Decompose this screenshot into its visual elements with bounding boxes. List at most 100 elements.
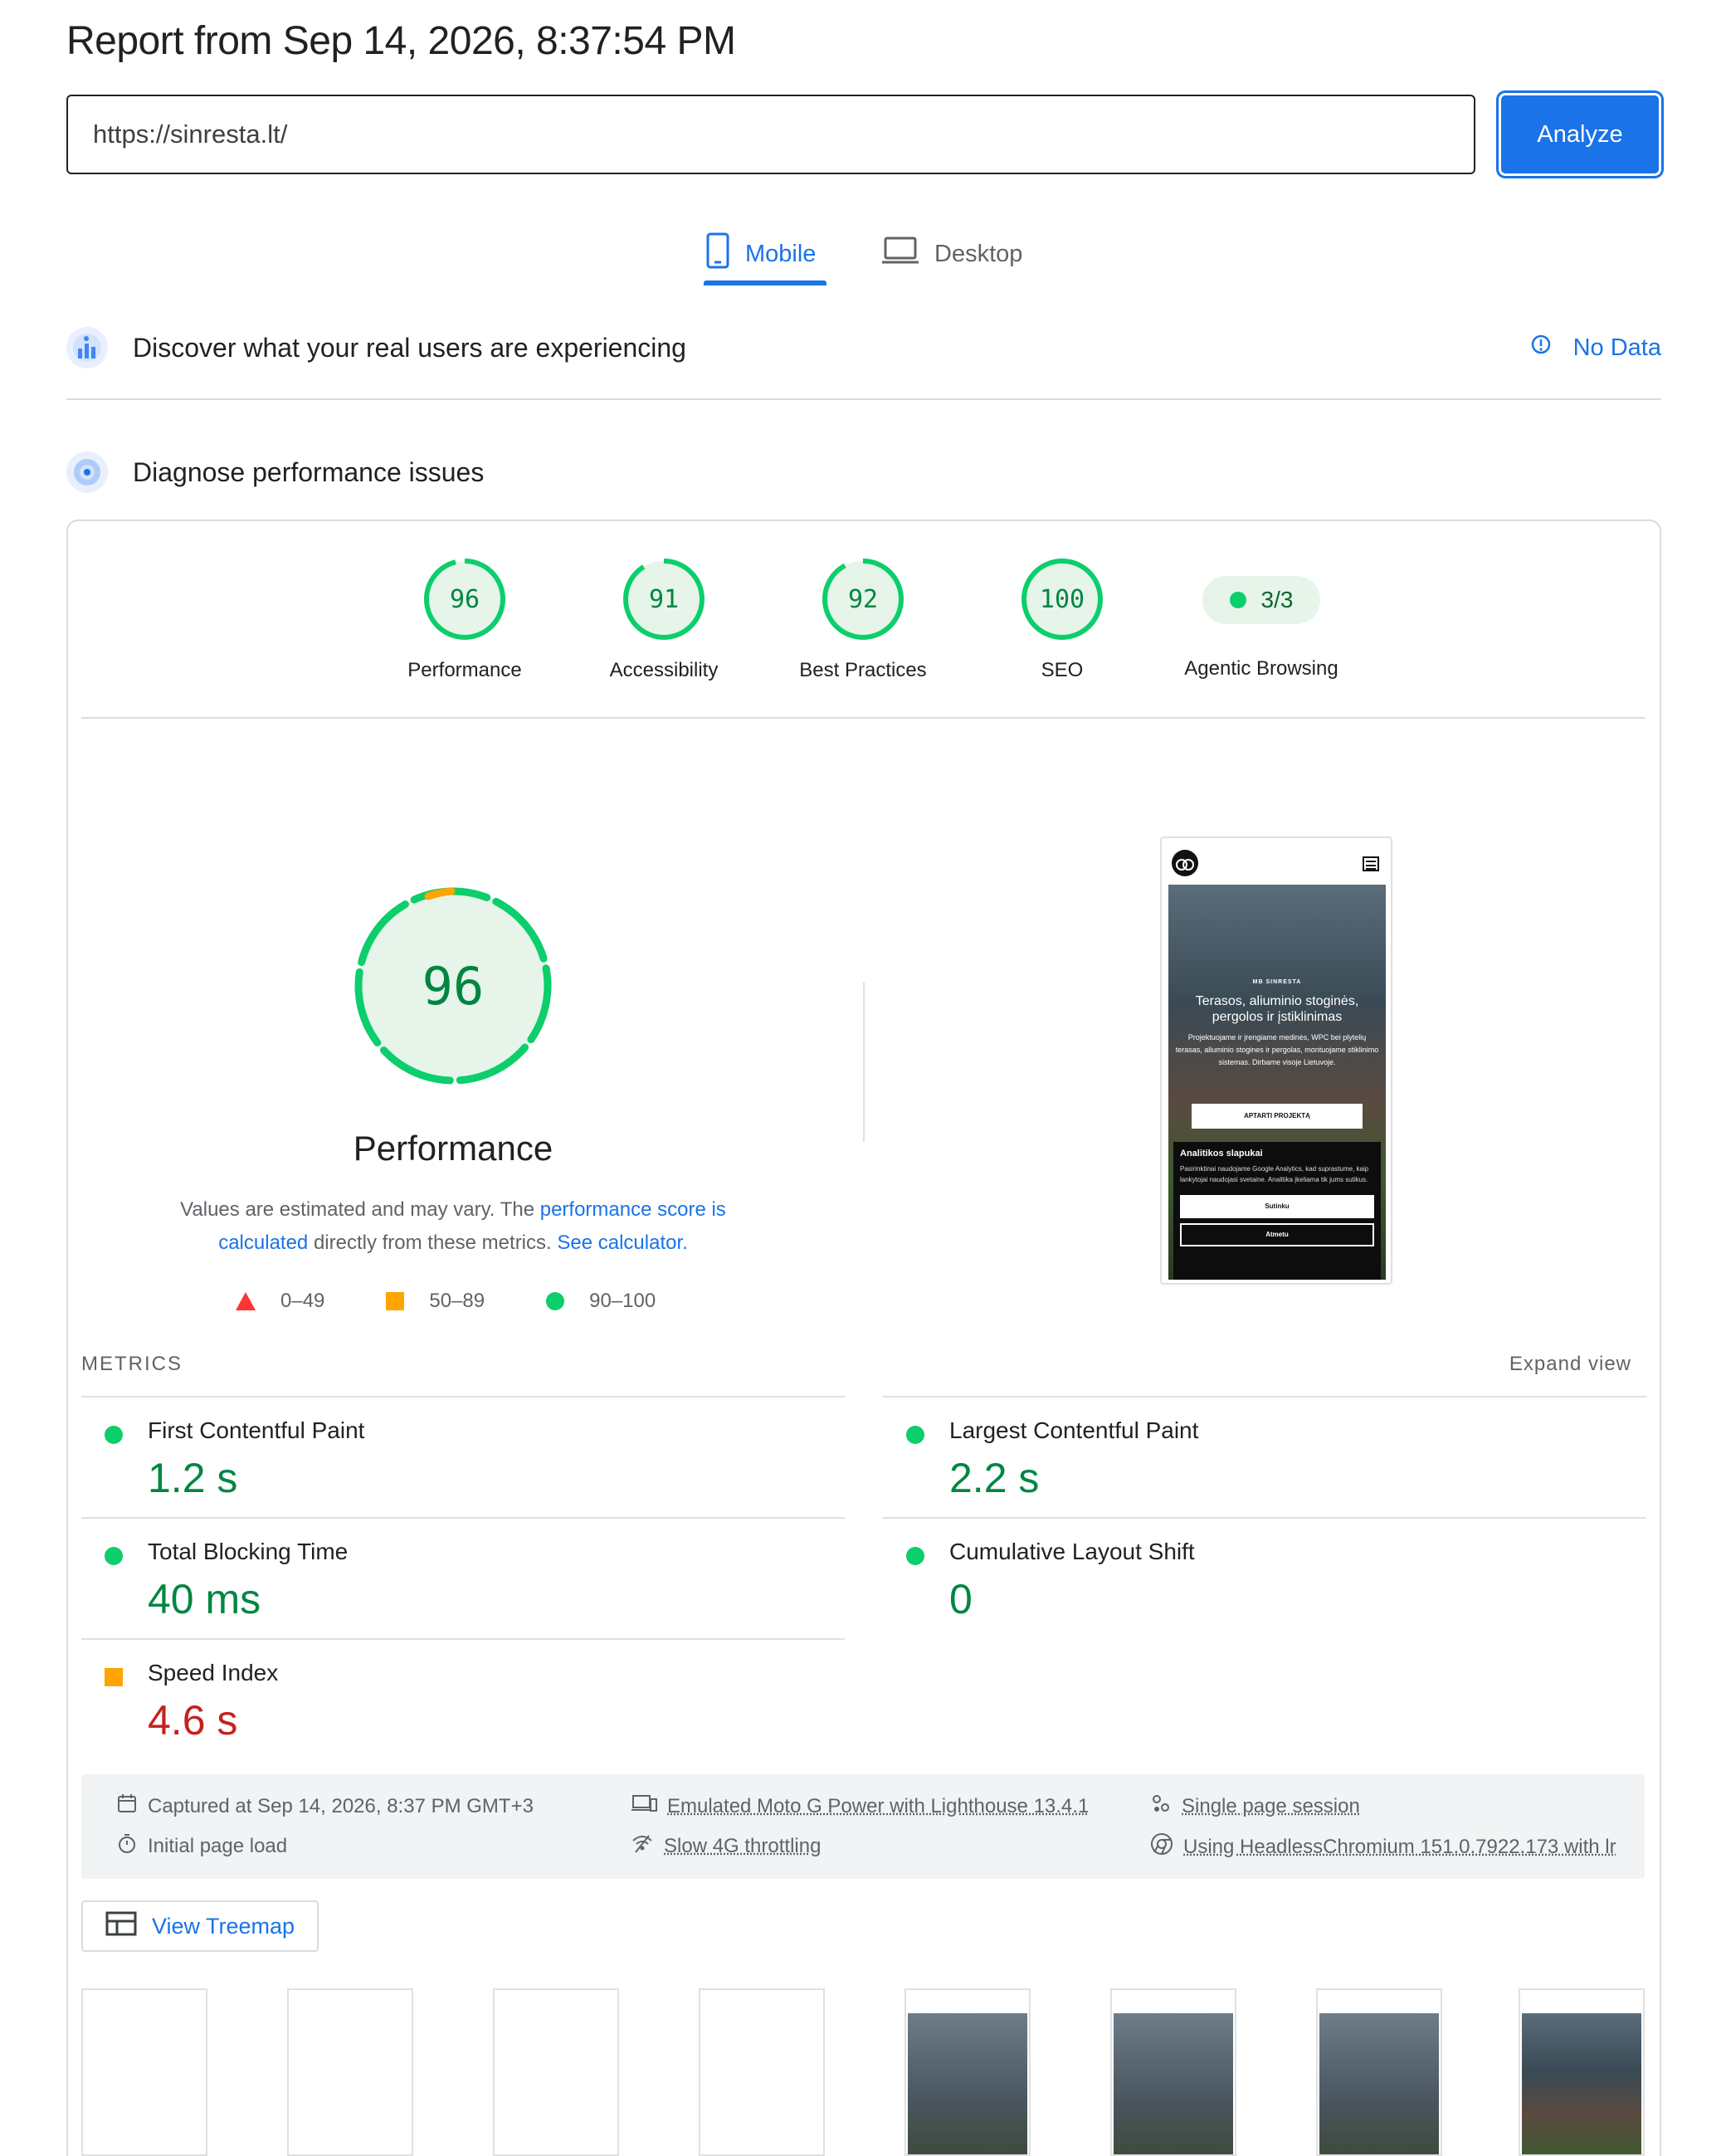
- report-title: Report from Sep 14, 2026, 8:37:54 PM: [66, 18, 735, 64]
- circle-icon: [546, 1292, 564, 1310]
- site-logo-icon: [1172, 850, 1198, 876]
- gauge-accessibility-score: 91: [649, 585, 679, 614]
- gauge-accessibility-ring: 91: [622, 558, 705, 641]
- metric-lcp-value: 2.2 s: [949, 1454, 1039, 1502]
- legend-average: 50–89: [386, 1290, 485, 1313]
- triangle-icon: [236, 1292, 256, 1310]
- metric-cls: Cumulative Layout Shift 0: [883, 1517, 1646, 1638]
- agentic-score: 3/3: [1261, 587, 1294, 613]
- legend-fail: 0–49: [236, 1290, 324, 1313]
- pass-circle-icon: [105, 1426, 123, 1444]
- legend-pass-range: 90–100: [589, 1290, 656, 1313]
- wifi-icon: [631, 1832, 654, 1860]
- device-emulation-text: Emulated Moto G Power with Lighthouse 13…: [667, 1795, 1089, 1818]
- gauge-seo-ring: 100: [1021, 558, 1104, 641]
- gauge-accessibility-label: Accessibility: [564, 659, 763, 682]
- gauge-best-practices-score: 92: [848, 585, 878, 614]
- initial-load: Initial page load: [116, 1832, 287, 1860]
- url-input[interactable]: [66, 95, 1475, 174]
- metric-tbt-name: Total Blocking Time: [148, 1539, 348, 1565]
- performance-big-score: 96: [422, 956, 485, 1017]
- average-square-icon: [105, 1668, 123, 1686]
- filmstrip-frame: [1519, 1988, 1645, 2156]
- target-icon: [66, 451, 108, 493]
- info-icon: [1530, 334, 1552, 362]
- filmstrip: [81, 1988, 1645, 2156]
- session-type[interactable]: Single page session: [1150, 1793, 1360, 1820]
- menu-icon: [1363, 856, 1379, 871]
- gauge-agentic-label: Agentic Browsing: [1162, 657, 1361, 680]
- lab-data-section: Diagnose performance issues: [66, 451, 1661, 493]
- browser-version-text: Using HeadlessChromium 151.0.7922.173 wi…: [1183, 1836, 1616, 1859]
- lab-data-heading: Diagnose performance issues: [133, 457, 484, 488]
- analyze-button[interactable]: Analyze: [1499, 93, 1661, 176]
- metric-fcp-name: First Contentful Paint: [148, 1417, 364, 1444]
- see-calculator-link[interactable]: See calculator.: [557, 1232, 687, 1254]
- legend-average-range: 50–89: [429, 1290, 485, 1313]
- metrics-title: METRICS: [81, 1353, 183, 1375]
- network-throttling[interactable]: Slow 4G throttling: [631, 1832, 821, 1860]
- captured-at: Captured at Sep 14, 2026, 8:37 PM GMT+3: [116, 1793, 534, 1820]
- metric-tbt-value: 40 ms: [148, 1575, 261, 1623]
- expand-view-toggle[interactable]: Expand view: [1509, 1353, 1631, 1376]
- devices-icon: [631, 1793, 657, 1820]
- square-icon: [386, 1292, 404, 1310]
- performance-description: Values are estimated and may vary. The p…: [149, 1193, 757, 1260]
- no-data-link[interactable]: No Data: [1530, 334, 1661, 362]
- legend-pass: 90–100: [546, 1290, 656, 1313]
- stopwatch-icon: [116, 1832, 138, 1860]
- metric-cls-name: Cumulative Layout Shift: [949, 1539, 1195, 1565]
- hero-cta-button[interactable]: APTARTI PROJEKTĄ: [1192, 1104, 1363, 1129]
- tab-mobile[interactable]: Mobile: [705, 224, 816, 284]
- calendar-icon: [116, 1793, 138, 1820]
- agentic-score-pill: 3/3: [1202, 576, 1320, 624]
- device-emulation[interactable]: Emulated Moto G Power with Lighthouse 13…: [631, 1793, 1089, 1820]
- pass-circle-icon: [906, 1547, 924, 1565]
- filmstrip-frame: [1316, 1988, 1442, 2156]
- gauge-performance-label: Performance: [365, 659, 564, 682]
- filmstrip-frame: [904, 1988, 1031, 2156]
- phone-icon: [705, 232, 730, 276]
- tab-desktop-label: Desktop: [934, 241, 1022, 268]
- tab-desktop[interactable]: Desktop: [881, 224, 1022, 284]
- hero-brand: MB SINRESTA: [1168, 979, 1386, 985]
- view-treemap-button[interactable]: View Treemap: [81, 1900, 319, 1952]
- nodes-icon: [1150, 1793, 1172, 1820]
- users-chart-icon: [66, 327, 108, 368]
- metric-lcp-name: Largest Contentful Paint: [949, 1417, 1198, 1444]
- score-legend: 0–49 50–89 90–100: [236, 1290, 717, 1313]
- captured-at-text: Captured at Sep 14, 2026, 8:37 PM GMT+3: [148, 1795, 534, 1818]
- performance-title: Performance: [0, 1129, 906, 1168]
- metric-si-name: Speed Index: [148, 1660, 278, 1686]
- gauge-seo-score: 100: [1040, 585, 1085, 614]
- cookie-title: Analitikos slapukai: [1180, 1149, 1374, 1158]
- section-divider: [66, 398, 1661, 400]
- gauge-best-practices[interactable]: 92 Best Practices: [763, 558, 963, 682]
- no-data-label: No Data: [1573, 334, 1661, 362]
- final-screenshot[interactable]: MB SINRESTA Terasos, aliuminio stoginės,…: [1160, 837, 1392, 1285]
- cookie-reject-button[interactable]: Atmetu: [1180, 1223, 1374, 1246]
- desc-text-1: Values are estimated and may vary. The: [180, 1198, 540, 1221]
- cookie-body: Pasirinktinai naudojame Google Analytics…: [1180, 1163, 1374, 1185]
- performance-big-gauge: 96: [353, 886, 553, 1085]
- gauge-seo[interactable]: 100 SEO: [963, 558, 1162, 682]
- gauge-accessibility[interactable]: 91 Accessibility: [564, 558, 763, 682]
- desc-text-2: directly from these metrics.: [308, 1232, 557, 1254]
- filmstrip-frame: [81, 1988, 207, 2156]
- gauge-performance[interactable]: 96 Performance: [365, 558, 564, 682]
- gauges-divider: [81, 717, 1645, 719]
- category-gauges: 96 Performance 91 Accessibility 92 Best …: [365, 558, 1444, 699]
- legend-fail-range: 0–49: [280, 1290, 324, 1313]
- metric-cls-value: 0: [949, 1575, 973, 1623]
- metric-lcp: Largest Contentful Paint 2.2 s: [883, 1396, 1646, 1517]
- gauge-seo-label: SEO: [963, 659, 1162, 682]
- cookie-accept-button[interactable]: Sutinku: [1180, 1195, 1374, 1218]
- view-treemap-label: View Treemap: [152, 1914, 295, 1939]
- gauge-agentic-browsing[interactable]: 3/3 Agentic Browsing: [1162, 558, 1361, 680]
- cookie-banner: Analitikos slapukai Pasirinktinai naudoj…: [1173, 1142, 1381, 1280]
- gauge-performance-score: 96: [450, 585, 480, 614]
- browser-version[interactable]: Using HeadlessChromium 151.0.7922.173 wi…: [1150, 1832, 1616, 1861]
- metric-fcp: First Contentful Paint 1.2 s: [81, 1396, 845, 1517]
- chrome-icon: [1150, 1832, 1173, 1861]
- field-data-heading: Discover what your real users are experi…: [133, 333, 686, 363]
